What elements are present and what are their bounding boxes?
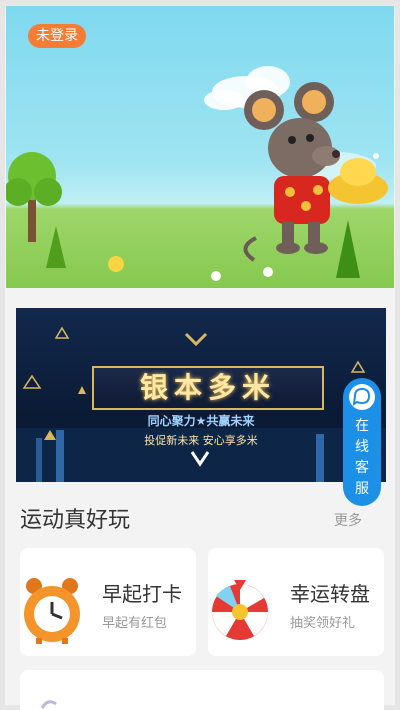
card-subtitle: 早起有红包 [102,616,168,631]
card-icon [40,700,57,709]
alarm-clock-icon [24,578,80,644]
card-subtitle: 抽奖领好礼 [290,616,356,631]
hero-banner[interactable]: 未登录 [6,6,394,288]
more-link[interactable]: 更多 [334,510,362,530]
chat-icon [349,384,375,410]
service-char: 线 [355,439,369,455]
banner-subtitle: 同心聚力★共赢未来 [147,414,255,428]
prize-wheel-icon [212,580,268,640]
next-card-partial[interactable] [20,670,384,710]
banner-title: 银本多米 [92,366,324,410]
card-title: 幸运转盘 [290,582,370,606]
card-lucky-wheel[interactable]: 幸运转盘 抽奖领好礼 [208,548,384,656]
banner-tagline: 投促新未来 安心享多米 [144,434,258,447]
mouse-illustration [6,66,388,281]
login-status-badge[interactable]: 未登录 [28,24,86,48]
section-title: 运动真好玩 [20,508,131,533]
online-service-label: 在 线 客 服 [343,416,381,500]
service-char: 客 [355,460,369,476]
service-char: 服 [355,481,369,497]
card-title: 早起打卡 [102,582,182,606]
promo-banner[interactable]: 银本多米 同心聚力★共赢未来 投促新未来 安心享多米 [16,308,386,482]
online-service-button[interactable]: 在 线 客 服 [343,378,381,506]
card-early-checkin[interactable]: 早起打卡 早起有红包 [20,548,196,656]
service-char: 在 [355,418,369,434]
